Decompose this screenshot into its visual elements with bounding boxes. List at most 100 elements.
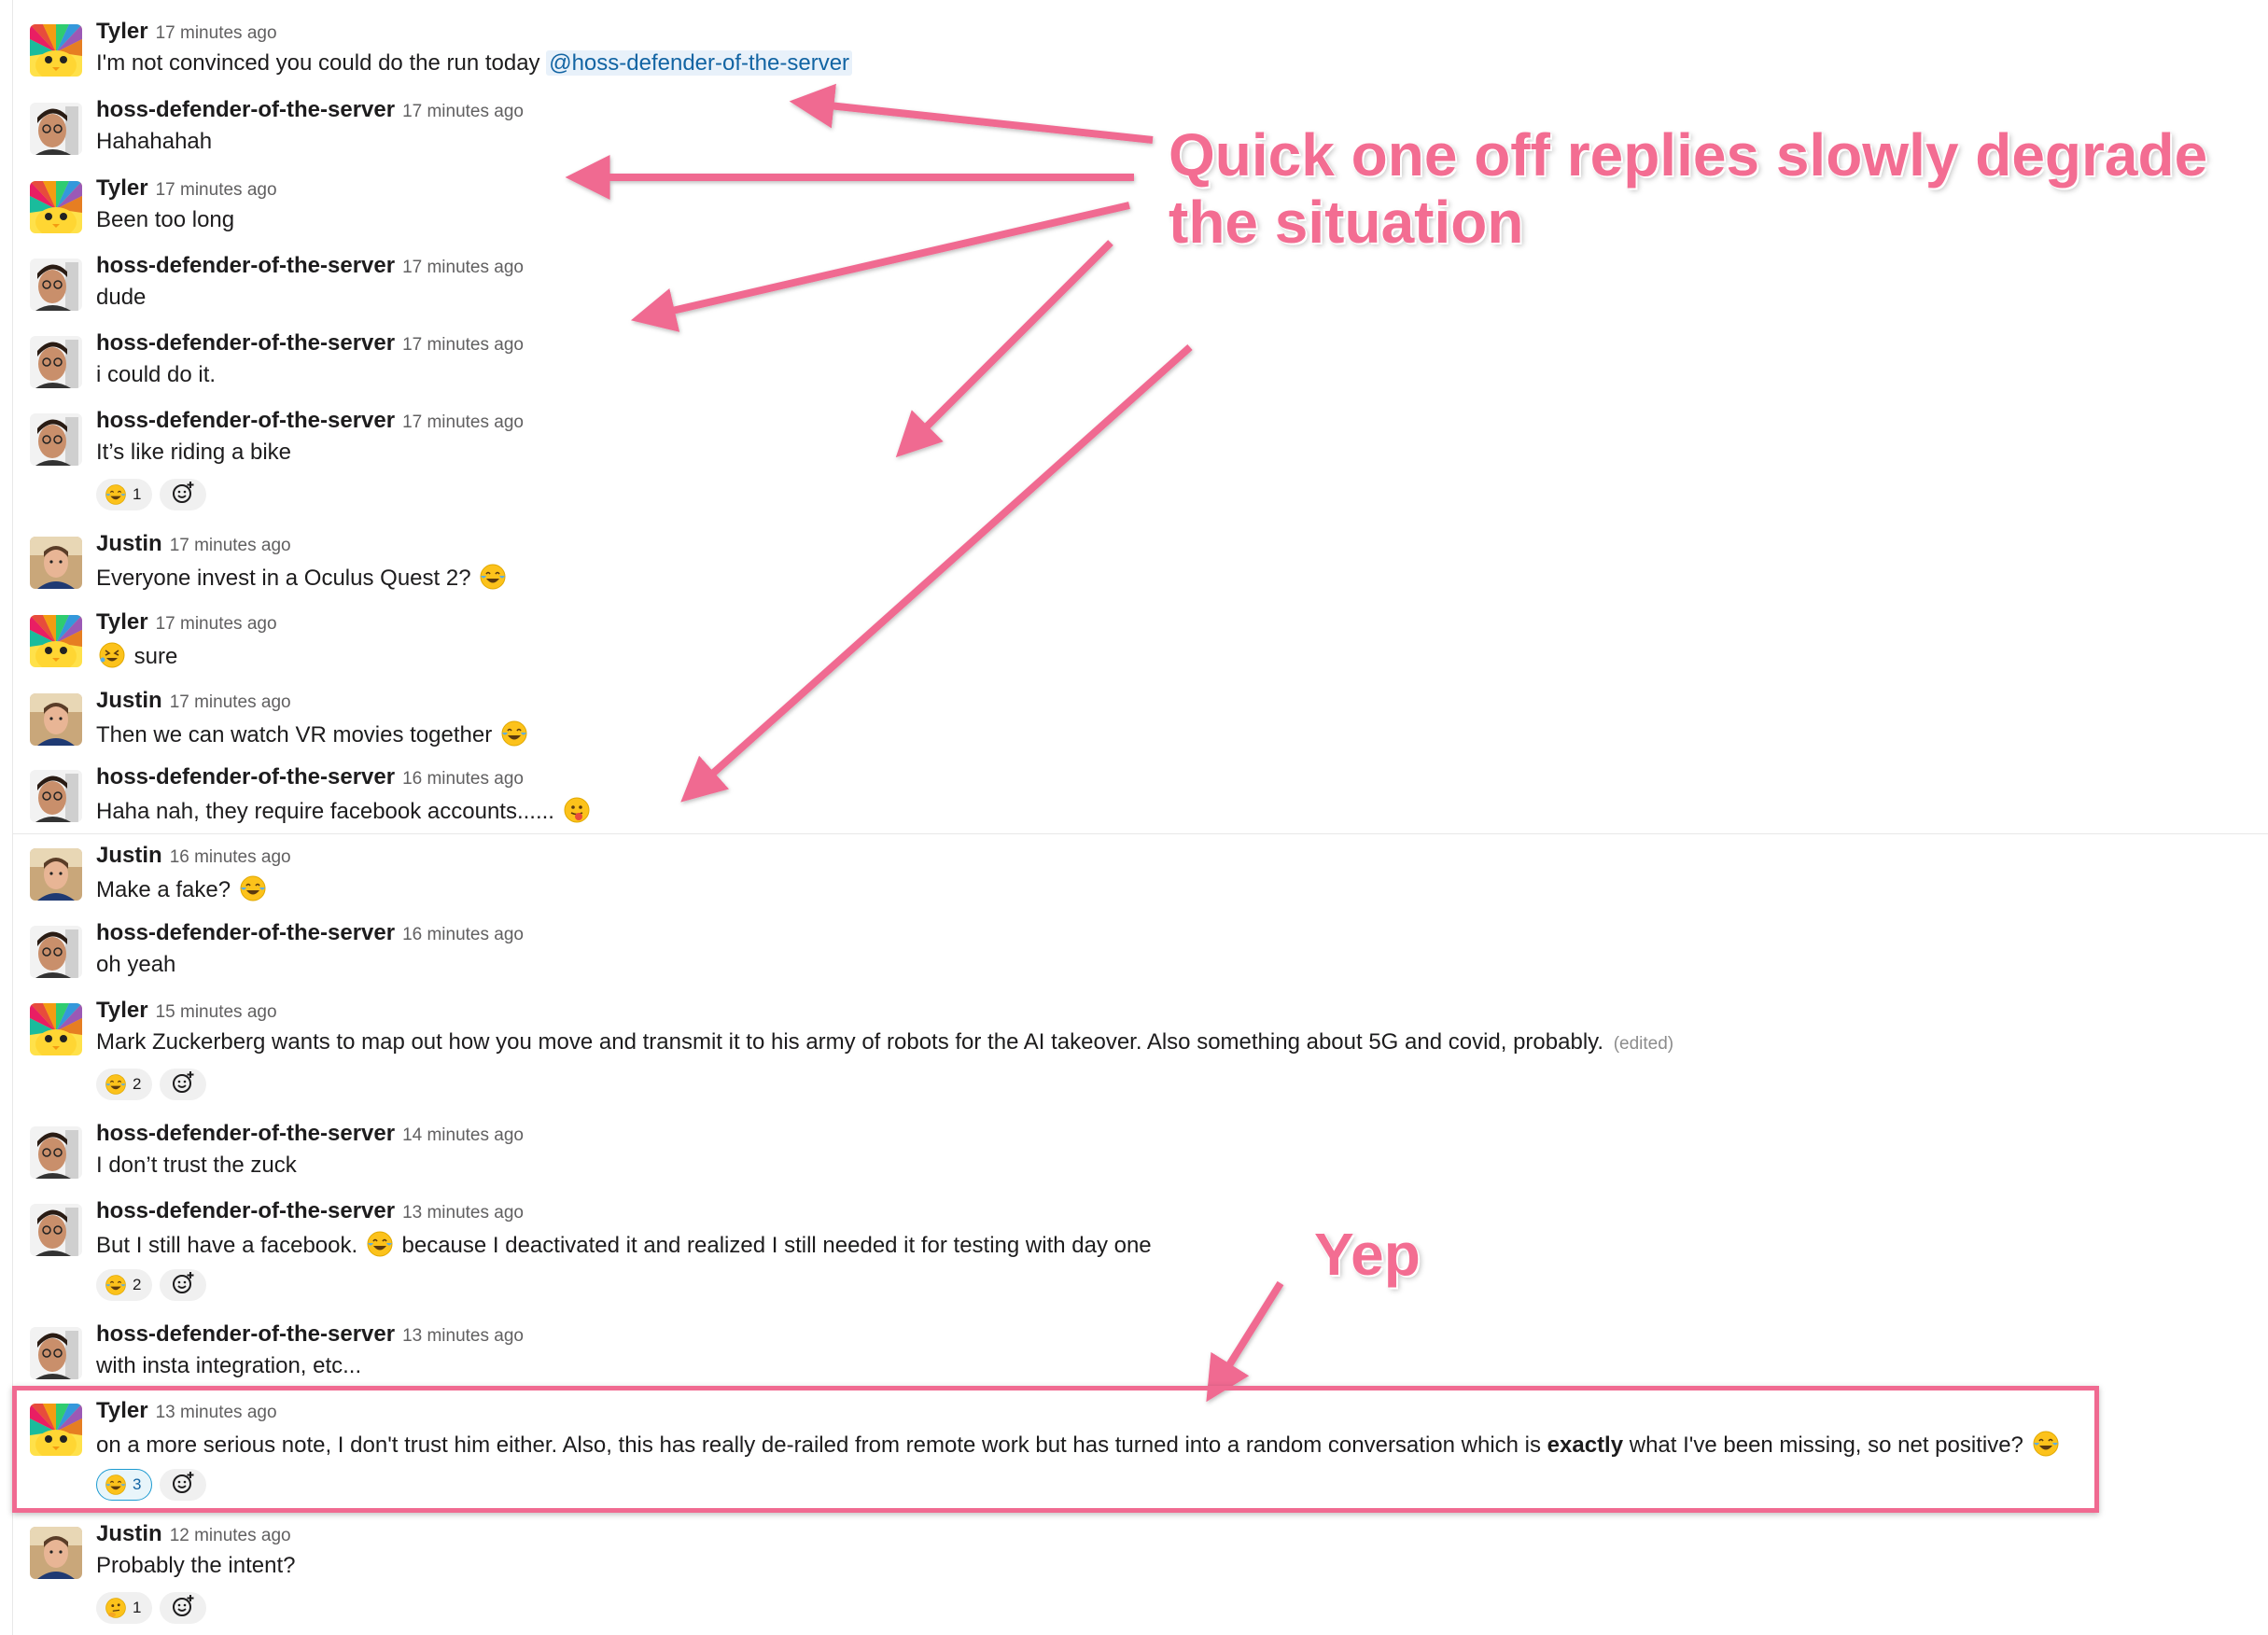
timestamp[interactable]: 17 minutes ago (170, 536, 291, 555)
timestamp[interactable]: 17 minutes ago (402, 412, 524, 432)
avatar[interactable] (30, 1527, 82, 1579)
message-header: Justin 16 minutes ago (96, 843, 291, 869)
avatar[interactable] (30, 24, 82, 77)
text-span: Make a fake? (96, 877, 237, 902)
user-mention[interactable]: @hoss-defender-of-the-server (546, 50, 853, 76)
avatar[interactable] (30, 103, 82, 155)
text-span: But I still have a facebook. (96, 1233, 364, 1258)
timestamp[interactable]: 17 minutes ago (156, 23, 277, 43)
avatar[interactable] (30, 848, 82, 901)
avatar[interactable] (30, 1327, 82, 1379)
text-span: because I deactivated it and realized I … (395, 1233, 1152, 1258)
reaction-pill[interactable]: 3 (96, 1469, 152, 1501)
author-name[interactable]: Justin (96, 688, 162, 713)
author-name[interactable]: Tyler (96, 1398, 148, 1423)
avatar[interactable] (30, 1126, 82, 1179)
reaction-count: 1 (133, 485, 142, 503)
author-name[interactable]: hoss-defender-of-the-server (96, 253, 395, 278)
author-name[interactable]: Justin (96, 531, 162, 556)
author-name[interactable]: hoss-defender-of-the-server (96, 1121, 395, 1146)
timestamp[interactable]: 16 minutes ago (402, 925, 524, 944)
avatar[interactable] (30, 1003, 82, 1055)
add-reaction-icon (171, 1070, 195, 1099)
timestamp[interactable]: 17 minutes ago (170, 692, 291, 712)
avatar[interactable] (30, 770, 82, 822)
add-reaction-button[interactable] (160, 1069, 206, 1100)
reaction-pill[interactable]: 2 (96, 1069, 152, 1100)
text-span: Everyone invest in a Oculus Quest 2? (96, 566, 478, 591)
timestamp[interactable]: 12 minutes ago (170, 1526, 291, 1545)
author-name[interactable]: hoss-defender-of-the-server (96, 764, 395, 790)
avatar[interactable] (30, 181, 82, 233)
timestamp[interactable]: 15 minutes ago (156, 1002, 277, 1022)
avatar[interactable] (30, 926, 82, 978)
message-text: Been too long (96, 207, 234, 233)
timestamp[interactable]: 17 minutes ago (402, 102, 524, 121)
tongue-emoji-icon (563, 796, 591, 824)
add-reaction-button[interactable] (160, 1592, 206, 1624)
add-reaction-button[interactable] (160, 479, 206, 510)
avatar[interactable] (30, 1404, 82, 1456)
add-reaction-button[interactable] (160, 1269, 206, 1301)
author-name[interactable]: Tyler (96, 998, 148, 1023)
add-reaction-button[interactable] (160, 1469, 206, 1501)
text-span: Probably the intent? (96, 1553, 296, 1578)
text-span: I'm not convinced you could do the run t… (96, 50, 547, 76)
timestamp[interactable]: 16 minutes ago (170, 847, 291, 867)
reaction-pill[interactable]: 2 (96, 1269, 152, 1301)
timestamp[interactable]: 16 minutes ago (402, 769, 524, 789)
message-text: i could do it. (96, 362, 216, 388)
reactions-bar: 2 (96, 1269, 206, 1301)
add-reaction-icon (171, 1594, 195, 1623)
text-span: Mark Zuckerberg wants to map out how you… (96, 1029, 1610, 1055)
avatar[interactable] (30, 259, 82, 311)
text-span: sure (128, 644, 178, 669)
message-row: Tyler 17 minutes ago I'm not convinced you… (30, 19, 2268, 95)
joy-emoji-icon (479, 563, 507, 591)
timestamp[interactable]: 13 minutes ago (402, 1326, 524, 1346)
timestamp[interactable]: 13 minutes ago (156, 1403, 277, 1422)
timestamp[interactable]: 17 minutes ago (156, 180, 277, 200)
message-text: Haha nah, they require facebook accounts… (96, 796, 593, 825)
message-header: hoss-defender-of-the-server 17 minutes ag… (96, 330, 524, 356)
author-name[interactable]: hoss-defender-of-the-server (96, 920, 395, 945)
avatar[interactable] (30, 413, 82, 466)
reaction-count: 1 (133, 1599, 142, 1616)
author-name[interactable]: Tyler (96, 19, 148, 44)
avatar[interactable] (30, 615, 82, 667)
message-header: hoss-defender-of-the-server 17 minutes ag… (96, 408, 524, 434)
text-span: on a more serious note, I don't trust hi… (96, 1432, 1547, 1458)
message-text: Everyone invest in a Oculus Quest 2? (96, 563, 509, 592)
message-header: Tyler 15 minutes ago (96, 998, 277, 1024)
timestamp[interactable]: 17 minutes ago (156, 614, 277, 634)
avatar[interactable] (30, 537, 82, 589)
text-span: It’s like riding a bike (96, 440, 291, 465)
avatar[interactable] (30, 336, 82, 388)
reaction-pill[interactable]: 1 (96, 479, 152, 510)
message-row: Tyler 17 minutes ago sure (30, 609, 2268, 686)
author-name[interactable]: Justin (96, 843, 162, 868)
author-name[interactable]: Tyler (96, 609, 148, 635)
timestamp[interactable]: 14 minutes ago (402, 1125, 524, 1145)
avatar[interactable] (30, 693, 82, 746)
message-header: Justin 12 minutes ago (96, 1521, 291, 1547)
author-name[interactable]: hoss-defender-of-the-server (96, 330, 395, 356)
author-name[interactable]: hoss-defender-of-the-server (96, 408, 395, 433)
joy-emoji-icon (366, 1230, 394, 1258)
timestamp[interactable]: 17 minutes ago (402, 258, 524, 277)
reaction-pill[interactable]: 1 (96, 1592, 152, 1624)
timestamp[interactable]: 13 minutes ago (402, 1203, 524, 1223)
message-text: Then we can watch VR movies together (96, 720, 530, 748)
author-name[interactable]: hoss-defender-of-the-server (96, 1198, 395, 1223)
timestamp[interactable]: 17 minutes ago (402, 335, 524, 355)
author-name[interactable]: hoss-defender-of-the-server (96, 1321, 395, 1347)
author-name[interactable]: hoss-defender-of-the-server (96, 97, 395, 122)
author-name[interactable]: Justin (96, 1521, 162, 1546)
author-name[interactable]: Tyler (96, 175, 148, 201)
avatar[interactable] (30, 1204, 82, 1256)
message-row: hoss-defender-of-the-server 13 minutes ag… (30, 1321, 2268, 1398)
message-header: Tyler 17 minutes ago (96, 19, 277, 45)
text-span: Hahahahah (96, 129, 213, 154)
message-header: Tyler 13 minutes ago (96, 1398, 277, 1424)
message-header: Tyler 17 minutes ago (96, 175, 277, 202)
